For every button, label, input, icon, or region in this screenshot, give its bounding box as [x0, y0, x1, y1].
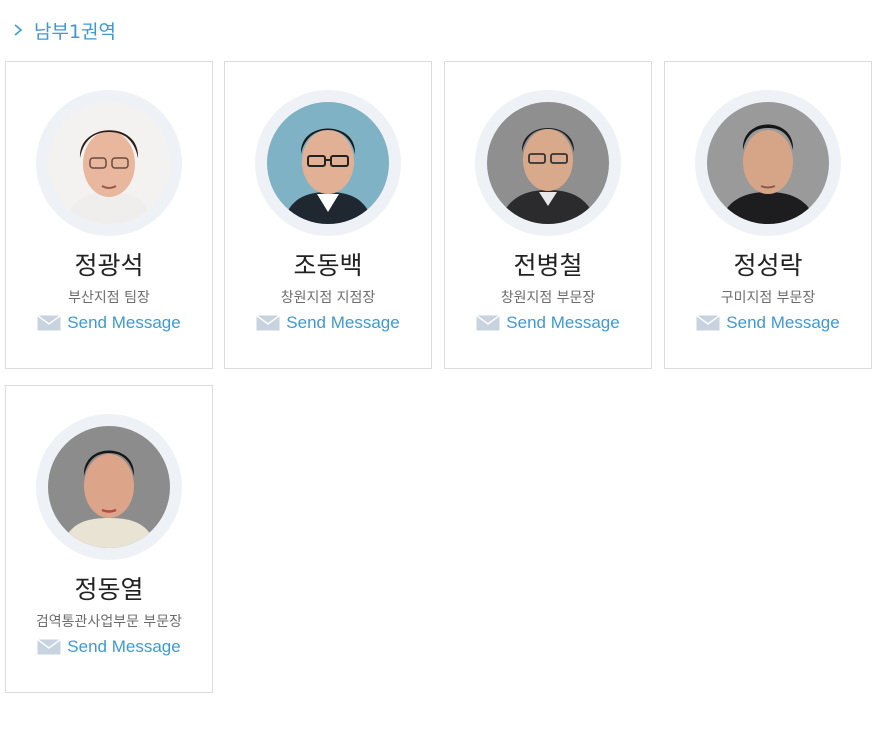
- mail-icon: [37, 315, 62, 331]
- staff-name: 조동백: [293, 251, 363, 280]
- section-title: 남부1권역: [34, 20, 117, 43]
- avatar: [487, 102, 609, 224]
- send-message-label: Send Message: [67, 313, 181, 332]
- avatar-frame: [36, 90, 182, 236]
- avatar-frame: [36, 414, 182, 560]
- send-message-link[interactable]: Send Message: [665, 313, 871, 333]
- avatar: [48, 426, 170, 548]
- staff-name: 정동열: [74, 575, 144, 604]
- send-message-link[interactable]: Send Message: [445, 313, 651, 333]
- send-message-link[interactable]: Send Message: [6, 637, 212, 657]
- avatar: [707, 102, 829, 224]
- avatar: [48, 102, 170, 224]
- avatar: [267, 102, 389, 224]
- staff-card: 조동백 창원지점 지점장 Send Message: [224, 61, 432, 369]
- avatar-frame: [695, 90, 841, 236]
- mail-icon: [476, 315, 501, 331]
- staff-card: 정광석 부산지점 팀장 Send Message: [5, 61, 213, 369]
- mail-icon: [696, 315, 721, 331]
- avatar-frame: [255, 90, 401, 236]
- staff-title: 부산지점 팀장: [68, 290, 150, 306]
- staff-title: 검역통관사업부문 부문장: [35, 614, 183, 630]
- send-message-label: Send Message: [286, 313, 400, 332]
- avatar-frame: [475, 90, 621, 236]
- send-message-label: Send Message: [726, 313, 840, 332]
- chevron-right-icon: [14, 24, 23, 36]
- staff-name: 정성락: [733, 251, 803, 280]
- staff-title: 구미지점 부문장: [720, 290, 816, 306]
- send-message-link[interactable]: Send Message: [6, 313, 212, 333]
- send-message-label: Send Message: [506, 313, 620, 332]
- staff-title: 창원지점 부문장: [500, 290, 596, 306]
- mail-icon: [37, 639, 62, 655]
- staff-card: 정성락 구미지점 부문장 Send Message: [664, 61, 872, 369]
- section-header[interactable]: 남부1권역: [12, 17, 116, 43]
- send-message-label: Send Message: [67, 637, 181, 656]
- staff-title: 창원지점 지점장: [280, 290, 376, 306]
- staff-card: 전병철 창원지점 부문장 Send Message: [444, 61, 652, 369]
- staff-name: 전병철: [513, 251, 583, 280]
- staff-name: 정광석: [74, 251, 144, 280]
- mail-icon: [256, 315, 281, 331]
- staff-card: 정동열 검역통관사업부문 부문장 Send Message: [5, 385, 213, 693]
- send-message-link[interactable]: Send Message: [225, 313, 431, 333]
